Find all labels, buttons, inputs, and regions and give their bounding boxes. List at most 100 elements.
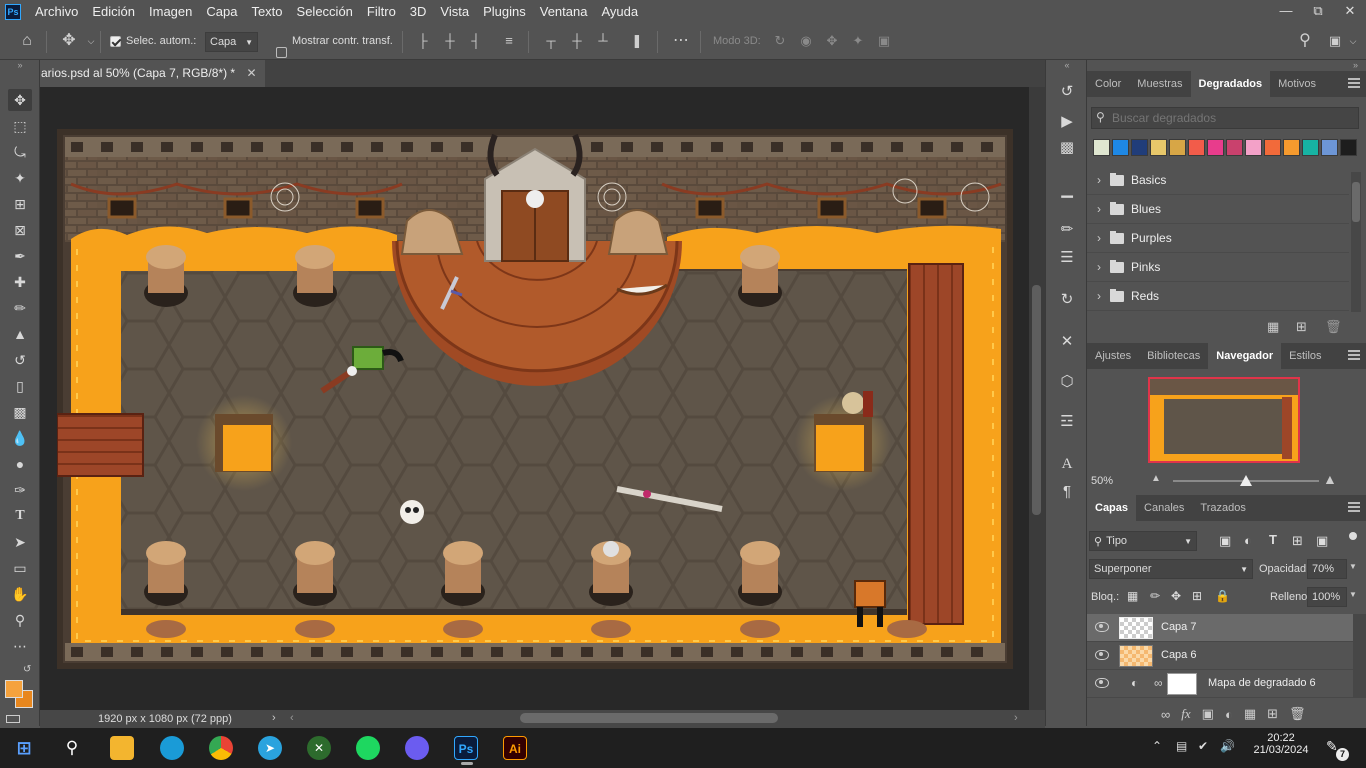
menu-archivo[interactable]: Archivo <box>28 0 85 24</box>
gradients-scrollbar[interactable] <box>1351 172 1361 312</box>
opacity-field[interactable]: 70% <box>1307 559 1347 579</box>
new-group-icon[interactable]: ▦ <box>1244 706 1256 722</box>
gradient-swatch[interactable] <box>1283 139 1300 156</box>
tab-color[interactable]: Color <box>1087 71 1129 97</box>
marquee-tool-icon[interactable]: ⬚ <box>8 115 32 137</box>
lasso-tool-icon[interactable]: ⤿ <box>8 141 32 163</box>
align-top-icon[interactable]: ┬ <box>542 32 560 50</box>
gradient-swatch[interactable] <box>1112 139 1129 156</box>
history-brush-icon[interactable]: ↺ <box>8 349 32 371</box>
lock-all-icon[interactable]: 🔒 <box>1215 589 1230 603</box>
gradient-folder-purples[interactable]: › Purples <box>1087 224 1349 253</box>
filter-adjustment-icon[interactable]: ◐ <box>1244 533 1252 548</box>
clock[interactable]: 20:22 21/03/2024 <box>1250 732 1312 756</box>
navigator-zoom-handle[interactable] <box>1240 475 1252 486</box>
show-transform-checkbox[interactable] <box>276 47 287 58</box>
gradient-swatch[interactable] <box>1264 139 1281 156</box>
filter-pixel-icon[interactable]: ▣ <box>1219 533 1231 549</box>
tab-layers[interactable]: Capas <box>1087 495 1137 521</box>
gradient-swatch[interactable] <box>1131 139 1148 156</box>
tab-navigator[interactable]: Navegador <box>1208 343 1282 369</box>
move-tool-icon[interactable]: ✥ <box>8 89 32 111</box>
new-gradient-icon[interactable]: ⊞ <box>1296 319 1307 335</box>
paragraph-icon[interactable]: ¶ <box>1057 482 1077 502</box>
3d-cube-icon[interactable]: ⬡ <box>1057 372 1077 392</box>
slide-3d-icon[interactable]: ✦ <box>849 32 867 50</box>
layers-scrollbar[interactable] <box>1353 614 1366 698</box>
menu-ayuda[interactable]: Ayuda <box>594 0 645 24</box>
brush-settings-icon[interactable]: ✏ <box>1057 220 1077 240</box>
gradient-swatch[interactable] <box>1245 139 1262 156</box>
history-icon[interactable]: ↺ <box>1057 82 1077 102</box>
zoom-out-icon[interactable]: ▲ <box>1151 473 1161 484</box>
new-layer-icon[interactable]: ⊞ <box>1267 706 1278 722</box>
gradient-tool-icon[interactable]: ▩ <box>8 401 32 423</box>
new-folder-icon[interactable]: ▦ <box>1267 319 1279 335</box>
more-tools-icon[interactable]: ⋯ <box>8 635 32 657</box>
menu-seleccion[interactable]: Selección <box>290 0 360 24</box>
menu-plugins[interactable]: Plugins <box>476 0 533 24</box>
menu-3d[interactable]: 3D <box>403 0 434 24</box>
tools-x-icon[interactable]: ✕ <box>1057 332 1077 352</box>
tab-gradients[interactable]: Degradados <box>1190 71 1271 97</box>
frame-tool-icon[interactable]: ⊠ <box>8 219 32 241</box>
chevron-down-icon[interactable]: ⌵ <box>1344 32 1362 50</box>
orbit-3d-icon[interactable]: ↻ <box>771 32 789 50</box>
align-right-icon[interactable]: ┤ <box>467 32 485 50</box>
gradient-swatch[interactable] <box>1226 139 1243 156</box>
histogram-icon[interactable]: ▁ <box>1057 180 1077 200</box>
delete-icon[interactable]: 🗑 <box>1325 319 1342 335</box>
search-icon[interactable]: ⚲ <box>1296 32 1314 50</box>
gradient-swatch[interactable] <box>1321 139 1338 156</box>
chevron-right-icon[interactable]: › <box>272 712 276 724</box>
gradient-swatch[interactable] <box>1302 139 1319 156</box>
gradient-folder-reds[interactable]: › Reds <box>1087 282 1349 311</box>
camera-3d-icon[interactable]: ▣ <box>875 32 893 50</box>
document-canvas[interactable] <box>57 129 1013 669</box>
wifi-icon[interactable]: ✔ <box>1198 739 1208 753</box>
zoom-in-icon[interactable]: ▲ <box>1323 471 1337 487</box>
layer-mask-thumbnail[interactable] <box>1167 673 1197 695</box>
path-selection-icon[interactable]: ➤ <box>8 531 32 553</box>
auto-select-dropdown[interactable]: Capa ▼ <box>205 32 258 52</box>
restore-icon[interactable]: ⧉ <box>1302 0 1334 24</box>
align-hcenter-icon[interactable]: ┼ <box>441 32 459 50</box>
gradients-search-input[interactable] <box>1112 110 1352 126</box>
discord-icon[interactable] <box>405 736 429 760</box>
healing-brush-icon[interactable]: ✚ <box>8 271 32 293</box>
more-options-icon[interactable]: ⋯ <box>672 32 690 50</box>
chevron-down-icon[interactable]: ▼ <box>1349 590 1357 599</box>
pan-3d-icon[interactable]: ✥ <box>823 32 841 50</box>
hand-tool-icon[interactable]: ✋ <box>8 583 32 605</box>
spotify-icon[interactable] <box>356 736 380 760</box>
gradient-swatch[interactable] <box>1093 139 1110 156</box>
tab-paths[interactable]: Trazados <box>1192 495 1253 521</box>
link-icon[interactable]: ∞ <box>1154 676 1163 690</box>
menu-edicion[interactable]: Edición <box>85 0 142 24</box>
workspace-icon[interactable]: ▣ <box>1326 32 1344 50</box>
pen-tool-icon[interactable]: ✑ <box>8 479 32 501</box>
close-tab-icon[interactable]: ✕ <box>246 66 256 80</box>
fill-field[interactable]: 100% <box>1307 587 1347 607</box>
visibility-eye-icon[interactable] <box>1095 622 1109 632</box>
clone-stamp-icon[interactable]: ▲ <box>8 323 32 345</box>
link-layers-icon[interactable]: ∞ <box>1161 707 1170 722</box>
gradient-folder-blues[interactable]: › Blues <box>1087 195 1349 224</box>
visibility-eye-icon[interactable] <box>1095 650 1109 660</box>
swap-colors-icon[interactable]: ↺ <box>23 664 31 675</box>
brush-tool-icon[interactable]: ✏ <box>8 297 32 319</box>
scroll-left-icon[interactable]: ‹ <box>290 712 294 724</box>
clone-source-icon[interactable]: ↻ <box>1057 290 1077 310</box>
network-icon[interactable]: ▤ <box>1176 739 1187 753</box>
delete-layer-icon[interactable]: 🗑 <box>1289 706 1306 722</box>
filter-smart-object-icon[interactable]: ▣ <box>1316 533 1328 549</box>
chevron-up-icon[interactable]: ⌃ <box>1152 739 1162 753</box>
zoom-tool-icon[interactable]: ⚲ <box>8 609 32 631</box>
panel-menu-icon[interactable] <box>1348 502 1360 512</box>
windows-start-icon[interactable]: ⊞ <box>12 736 36 760</box>
tab-channels[interactable]: Canales <box>1136 495 1192 521</box>
comments-icon[interactable]: ▩ <box>1057 138 1077 158</box>
roll-3d-icon[interactable]: ◉ <box>797 32 815 50</box>
fx-icon[interactable]: fx <box>1181 706 1190 722</box>
menu-vista[interactable]: Vista <box>433 0 476 24</box>
